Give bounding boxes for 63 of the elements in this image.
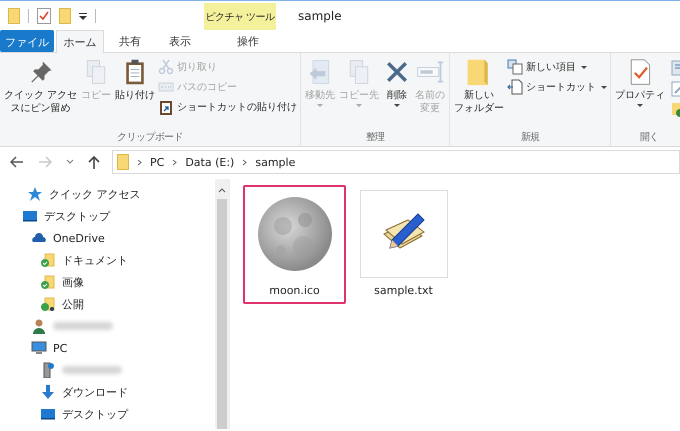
- synced-folder-icon: [40, 252, 56, 268]
- caret-icon: [356, 104, 362, 107]
- ribbon-tab[interactable]: ファイル: [0, 30, 54, 52]
- group-label: クリップボード: [116, 130, 184, 144]
- ribbon-tab[interactable]: ホーム: [56, 30, 104, 53]
- group-label: 整理: [364, 131, 386, 144]
- shared-folder-icon: [40, 296, 56, 312]
- moon-icon: [256, 196, 332, 272]
- ribbon-button[interactable]: クイック アクセ スにピン留め: [2, 56, 80, 130]
- shortcut-paste-icon: [158, 99, 174, 115]
- desktop-icon: [22, 208, 38, 224]
- scrollbar[interactable]: [215, 179, 230, 429]
- ribbon-button[interactable]: 削除: [381, 56, 414, 130]
- nav-item[interactable]: 公開: [62, 296, 84, 312]
- chevron-icon[interactable]: [242, 158, 248, 166]
- scroll-up-icon[interactable]: [218, 187, 226, 193]
- ribbon-button[interactable]: ショートカット: [506, 78, 608, 96]
- file-item[interactable]: moon.ico: [243, 185, 346, 304]
- group-label: 新規: [520, 130, 541, 144]
- nav-item[interactable]: OneDrive: [53, 232, 105, 244]
- caret-icon: [394, 104, 400, 107]
- nav-item[interactable]: ダウンロード: [62, 384, 128, 400]
- back-icon[interactable]: [10, 156, 24, 168]
- caret-icon[interactable]: [66, 159, 74, 165]
- checklist-icon[interactable]: [37, 8, 51, 24]
- nav-item[interactable]: 画像: [62, 274, 84, 290]
- breadcrumb[interactable]: PC: [150, 156, 164, 168]
- ribbon-button[interactable]: 新しい項目: [506, 58, 608, 76]
- nav-item[interactable]: ドキュメント: [62, 252, 128, 268]
- ribbon-button[interactable]: プロパティ: [613, 56, 668, 130]
- blurred-label: [53, 322, 113, 330]
- ribbon-button[interactable]: ショートカットの貼り付け: [157, 98, 298, 116]
- shortcut-icon: [507, 79, 524, 95]
- caret-icon: [601, 86, 608, 88]
- dropdown-icon[interactable]: [79, 12, 87, 20]
- window-title: sample: [298, 8, 342, 22]
- blurred-label: [62, 366, 122, 374]
- chevron-icon[interactable]: [137, 158, 142, 166]
- scissors-icon: [158, 59, 174, 75]
- breadcrumb[interactable]: Data (E:): [185, 156, 234, 168]
- group-label: 開く: [638, 131, 660, 144]
- synced-folder-icon: [40, 274, 56, 290]
- ribbon-button[interactable]: 新しい フォルダー: [452, 56, 506, 130]
- address-bar[interactable]: PC Data (E:) sample: [112, 150, 680, 174]
- nav-item[interactable]: デスクトップ: [62, 406, 128, 422]
- star-icon: [27, 186, 43, 202]
- folder-icon: [117, 154, 129, 170]
- caret-icon: [317, 104, 324, 107]
- breadcrumb[interactable]: sample: [255, 156, 296, 168]
- caret-icon: [637, 104, 644, 107]
- download-icon: [40, 384, 56, 400]
- new-item-icon: [507, 59, 524, 75]
- nav-item[interactable]: デスクトップ: [44, 208, 110, 224]
- nav-item[interactable]: クイック アクセス: [49, 186, 140, 202]
- user-icon: [31, 318, 47, 334]
- caret-icon: [581, 66, 588, 68]
- nav-item[interactable]: PC: [53, 342, 68, 354]
- desktop-icon: [40, 406, 56, 422]
- up-icon[interactable]: [88, 155, 100, 169]
- pc-icon: [31, 340, 47, 356]
- contextual-tab-header: ピクチャ ツール: [204, 3, 276, 30]
- ribbon-button[interactable]: 貼り付け: [113, 56, 158, 130]
- chevron-icon[interactable]: [172, 158, 178, 166]
